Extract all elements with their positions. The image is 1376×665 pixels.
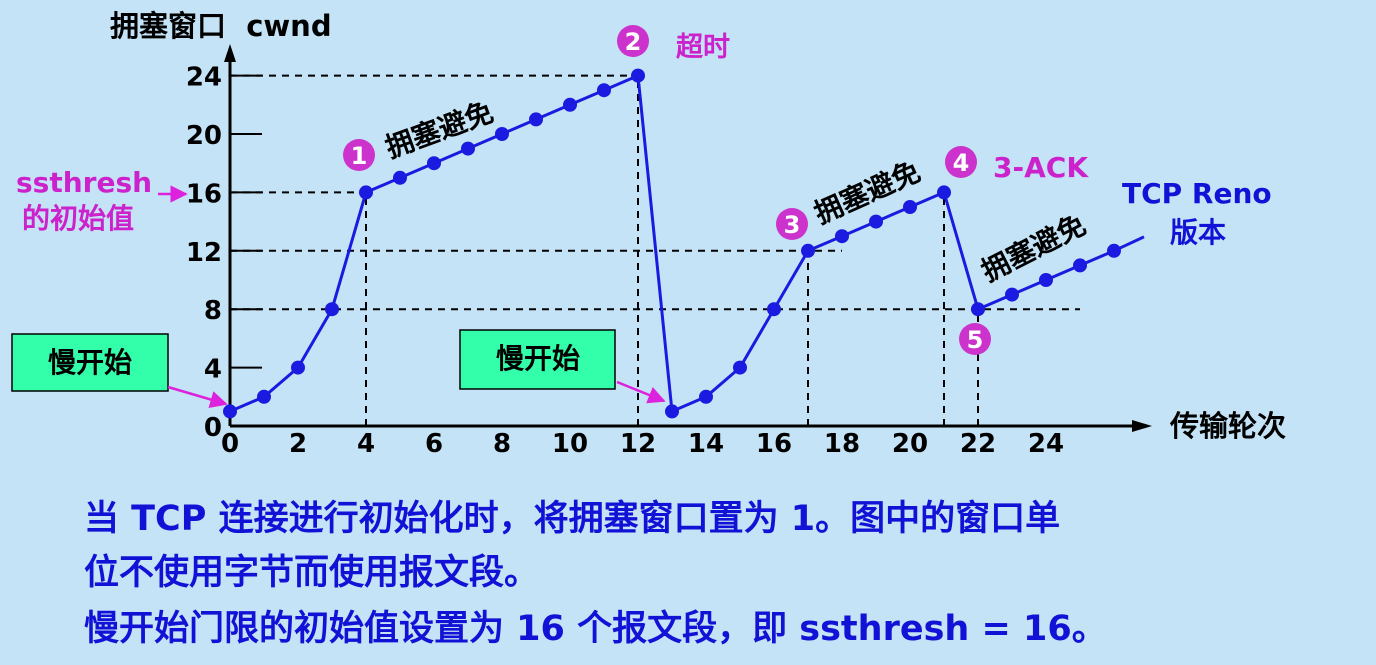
x-tick-label-16: 16	[756, 429, 792, 459]
data-point-11	[597, 83, 611, 98]
marker-4: 4	[945, 146, 977, 178]
y-tick-label-0: 0	[204, 413, 222, 443]
slow-start-arrow-2	[616, 380, 666, 404]
data-point-24	[1039, 273, 1053, 287]
x-tick-label-12: 12	[620, 429, 656, 459]
x-tick-label-0: 0	[221, 429, 239, 459]
x-axis-arrow	[1132, 420, 1152, 432]
data-point-21	[937, 185, 951, 200]
marker-2: 2	[617, 25, 649, 57]
data-point-25	[1073, 258, 1087, 273]
y-tick-label-16: 16	[186, 179, 222, 209]
x-tick-label-8: 8	[493, 429, 511, 459]
y-ticks: 0 4 8 12 16 20 24	[186, 63, 262, 443]
series-line-0	[229, 74, 1115, 413]
data-point-15	[733, 360, 747, 375]
three-ack-label: 3-ACK	[993, 151, 1089, 184]
x-tick-label-20: 20	[892, 429, 928, 459]
data-point-7	[461, 141, 475, 156]
marker-3: 3	[776, 208, 808, 240]
data-point-26	[1107, 243, 1121, 258]
x-tick-label-14: 14	[688, 429, 724, 459]
data-point-4	[359, 185, 373, 200]
data-point-20	[903, 200, 917, 214]
y-axis-arrow	[224, 44, 236, 62]
marker-1: 1	[343, 139, 375, 171]
slow-start-label-1: 慢开始	[48, 346, 132, 379]
marker-1-number: 1	[351, 142, 368, 170]
x-tick-label-4: 4	[357, 429, 375, 459]
data-point-19	[869, 214, 883, 229]
y-tick-label-4: 4	[204, 355, 222, 385]
congestion-avoidance-label-1: 拥塞避免	[381, 95, 498, 164]
data-point-5	[393, 170, 407, 185]
data-point-3	[325, 302, 339, 317]
x-tick-label-10: 10	[552, 429, 588, 459]
slow-start-arrow-1	[167, 385, 228, 408]
y-tick-label-8: 8	[204, 296, 222, 326]
x-ticks: 0 2 4 6 8 10 12 14 16 18 20 22 24	[221, 429, 1064, 459]
data-point-6	[427, 156, 441, 171]
x-tick-label-24: 24	[1028, 429, 1064, 459]
x-tick-label-22: 22	[960, 429, 996, 459]
data-point-18	[835, 229, 849, 244]
tcp-reno-label: TCP Reno	[1122, 177, 1272, 210]
x-axis-title: 传输轮次	[1169, 409, 1286, 443]
data-point-0	[223, 404, 237, 419]
marker-3-number: 3	[784, 211, 801, 239]
caption-line-3: 慢开始门限的初始值设置为 16 个报文段，即 ssthresh = 16。	[84, 609, 1107, 649]
data-point-9	[529, 112, 543, 127]
slow-start-label-2: 慢开始	[496, 342, 580, 375]
caption-line-2: 位不使用字节而使用报文段。	[84, 553, 540, 593]
marker-5: 5	[959, 323, 991, 355]
marker-4-number: 4	[953, 149, 970, 177]
ssthresh-label: ssthresh	[16, 166, 152, 199]
y-tick-label-24: 24	[186, 63, 222, 93]
data-point-10	[563, 97, 577, 112]
x-tick-label-6: 6	[425, 429, 443, 459]
data-point-2	[291, 360, 305, 375]
cwnd-chart: 04812162024 0 2 4 6 8 10 12 14 16 18 20 22 24 拥塞窗口 c…	[11, 9, 1286, 459]
x-tick-label-18: 18	[824, 429, 860, 459]
marker-5-number: 5	[967, 326, 984, 354]
data-point-14	[699, 389, 713, 404]
marker-2-number: 2	[625, 28, 642, 56]
version-label: 版本	[1170, 216, 1226, 249]
data-point-1	[257, 389, 271, 404]
data-point-22	[971, 302, 985, 317]
timeout-label: 超时	[676, 32, 730, 63]
y-tick-label-12: 12	[186, 238, 222, 268]
data-point-16	[767, 302, 781, 317]
data-point-12	[631, 68, 645, 83]
data-point-23	[1005, 287, 1019, 302]
data-point-13	[665, 404, 679, 419]
data-point-17	[801, 243, 815, 258]
ssthresh-initial-label: 的初始值	[22, 202, 134, 235]
x-tick-label-2: 2	[289, 429, 307, 459]
data-point-8	[495, 127, 509, 141]
congestion-avoidance-label-2: 拥塞避免	[809, 155, 925, 231]
y-tick-label-20: 20	[186, 121, 222, 151]
caption-line-1: 当 TCP 连接进行初始化时，将拥塞窗口置为 1。图中的窗口单	[84, 499, 1061, 539]
congestion-avoidance-label-3: 拥塞避免	[976, 208, 1091, 288]
y-axis-title: 拥塞窗口 cwnd	[110, 9, 332, 43]
